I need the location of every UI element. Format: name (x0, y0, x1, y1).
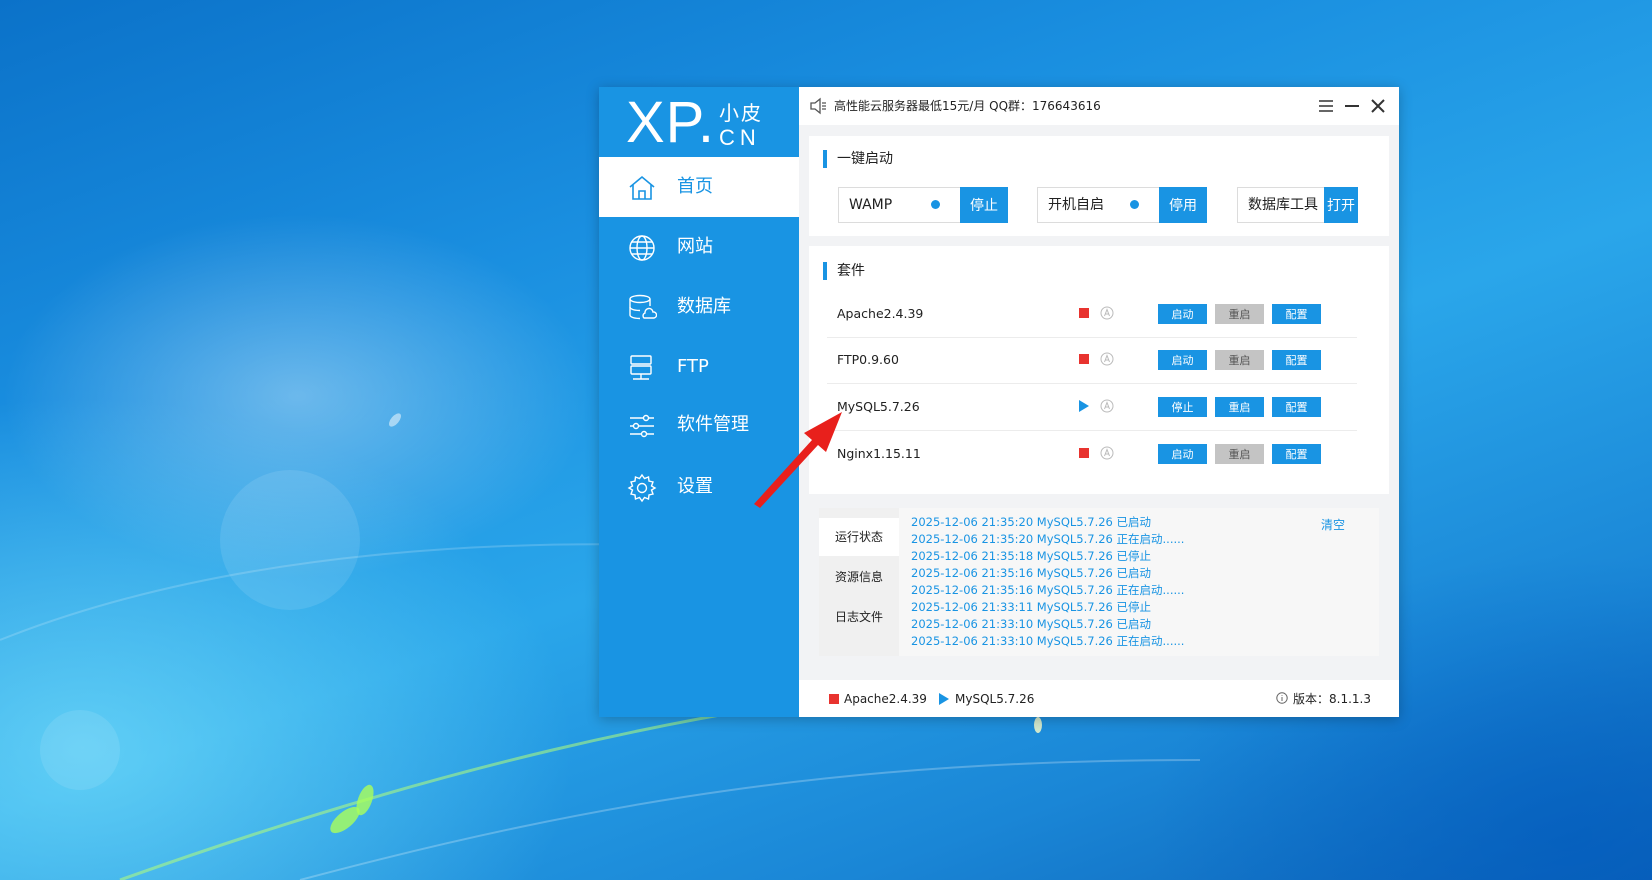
stopped-status-icon (1079, 448, 1089, 458)
annotation-arrow-icon (754, 412, 842, 508)
menu-icon[interactable] (1316, 96, 1336, 116)
restart-button[interactable]: 重启 (1215, 350, 1264, 370)
log-content[interactable]: 2025-12-06 21:35:20 MySQL5.7.26 已启动 2025… (899, 508, 1379, 656)
log-line: 2025-12-06 21:35:18 MySQL5.7.26 已停止 (911, 549, 1152, 563)
info-icon (1276, 692, 1288, 704)
db-tool-box: 数据库工具 打开 (1237, 187, 1358, 223)
stopped-status-icon (1079, 308, 1089, 318)
suite-name: FTP0.9.60 (837, 352, 899, 367)
log-line: 2025-12-06 21:35:20 MySQL5.7.26 已启动 (911, 515, 1152, 529)
close-icon[interactable] (1368, 96, 1388, 116)
quick-start-panel: 一键启动 WAMP 停止 开机自启 停用 数据库工具 打开 (809, 136, 1389, 236)
sidebar-item-label: 软件管理 (677, 414, 749, 435)
log-line: 2025-12-06 21:35:16 MySQL5.7.26 正在启动....… (911, 583, 1185, 597)
autostart-label: 开机自启 (1048, 197, 1104, 213)
sidebar-item-home[interactable]: 首页 (599, 157, 799, 217)
log-line: 2025-12-06 21:35:16 MySQL5.7.26 已启动 (911, 566, 1152, 580)
ftp-icon (630, 355, 652, 380)
suite-row-ftp: FTP0.9.60 启动 重启 配置 (827, 337, 1357, 384)
footer-running-service: MySQL5.7.26 (955, 692, 1035, 706)
restart-button[interactable]: 重启 (1215, 397, 1264, 417)
version-label: 版本：8.1.1.3 (1293, 692, 1371, 706)
sidebar-item-label: 网站 (677, 236, 713, 257)
suite-name: Apache2.4.39 (837, 306, 924, 321)
sidebar-item-ftp[interactable]: FTP (599, 337, 799, 397)
config-button[interactable]: 配置 (1272, 444, 1321, 464)
stopped-status-icon (1079, 354, 1089, 364)
section-title-suite: 套件 (823, 262, 865, 280)
restart-button[interactable]: 重启 (1215, 444, 1264, 464)
logo-main: XP. (626, 90, 716, 155)
start-button[interactable]: 启动 (1158, 444, 1207, 464)
suite-row-nginx: Nginx1.15.11 启动 重启 配置 (827, 431, 1357, 477)
phpstudy-window: XP. 小皮 CN 首页 网站 数据库 FTP 软件管理 设置 高性能云服务器最… (599, 87, 1399, 717)
log-line: 2025-12-06 21:33:11 MySQL5.7.26 已停止 (911, 600, 1152, 614)
auto-icon (1100, 352, 1114, 366)
autostart-disable-button[interactable]: 停用 (1159, 187, 1207, 223)
sidebar-item-website[interactable]: 网站 (599, 217, 799, 277)
status-bar: Apache2.4.39 MySQL5.7.26 版本：8.1.1.3 (799, 680, 1399, 717)
tab-resource-info[interactable]: 资源信息 (819, 558, 899, 596)
title-bar: 高性能云服务器最低15元/月 QQ群：176643616 (799, 87, 1399, 125)
wamp-label: WAMP (849, 197, 893, 213)
sidebar-item-database[interactable]: 数据库 (599, 277, 799, 337)
minimize-icon[interactable] (1342, 96, 1362, 116)
clear-log-button[interactable]: 清空 (1321, 516, 1345, 533)
suite-row-apache: Apache2.4.39 启动 重启 配置 (827, 291, 1357, 338)
config-button[interactable]: 配置 (1272, 304, 1321, 324)
home-icon (629, 175, 655, 200)
running-status-icon (1079, 400, 1089, 412)
notice-text[interactable]: 高性能云服务器最低15元/月 QQ群：176643616 (834, 98, 1101, 114)
log-panel: 运行状态 资源信息 日志文件 2025-12-06 21:35:20 MySQL… (819, 508, 1379, 656)
sidebar-item-label: 设置 (677, 476, 713, 497)
sidebar-item-label: 首页 (677, 176, 713, 197)
wamp-box: WAMP 停止 (838, 187, 1008, 223)
sidebar-item-label: 数据库 (677, 296, 731, 317)
db-tool-label: 数据库工具 (1248, 197, 1318, 213)
restart-button[interactable]: 重启 (1215, 304, 1264, 324)
auto-icon (1100, 306, 1114, 320)
logo: XP. 小皮 CN (599, 87, 799, 157)
autostart-status-dot (1130, 200, 1139, 209)
log-line: 2025-12-06 21:35:20 MySQL5.7.26 正在启动....… (911, 532, 1185, 546)
speaker-icon (810, 97, 826, 115)
db-tool-open-button[interactable]: 打开 (1324, 187, 1358, 223)
section-title-quick-start: 一键启动 (823, 150, 893, 168)
tab-log-files[interactable]: 日志文件 (819, 598, 899, 636)
wamp-stop-button[interactable]: 停止 (960, 187, 1008, 223)
stop-button[interactable]: 停止 (1158, 397, 1207, 417)
gear-icon (627, 473, 657, 503)
start-button[interactable]: 启动 (1158, 304, 1207, 324)
config-button[interactable]: 配置 (1272, 397, 1321, 417)
log-line: 2025-12-06 21:33:10 MySQL5.7.26 已启动 (911, 617, 1152, 631)
footer-stopped-service: Apache2.4.39 (844, 692, 927, 706)
stopped-status-icon (829, 694, 839, 704)
suite-row-mysql: MySQL5.7.26 停止 重启 配置 (827, 384, 1357, 431)
database-icon (629, 294, 657, 320)
logo-top: 小皮 (719, 101, 763, 125)
tab-run-status[interactable]: 运行状态 (819, 518, 899, 556)
autostart-box: 开机自启 停用 (1037, 187, 1207, 223)
suite-panel: 套件 Apache2.4.39 启动 重启 配置 FTP0.9.60 启动 重启… (809, 246, 1389, 494)
auto-icon (1100, 399, 1114, 413)
log-line: 2025-12-06 21:33:10 MySQL5.7.26 正在启动....… (911, 634, 1185, 648)
globe-icon (629, 235, 655, 261)
sliders-icon (630, 414, 654, 438)
config-button[interactable]: 配置 (1272, 350, 1321, 370)
auto-icon (1100, 446, 1114, 460)
start-button[interactable]: 启动 (1158, 350, 1207, 370)
logo-bottom: CN (719, 125, 761, 150)
running-status-icon (939, 693, 949, 705)
wamp-status-dot (931, 200, 940, 209)
sidebar-item-label: FTP (677, 356, 709, 377)
